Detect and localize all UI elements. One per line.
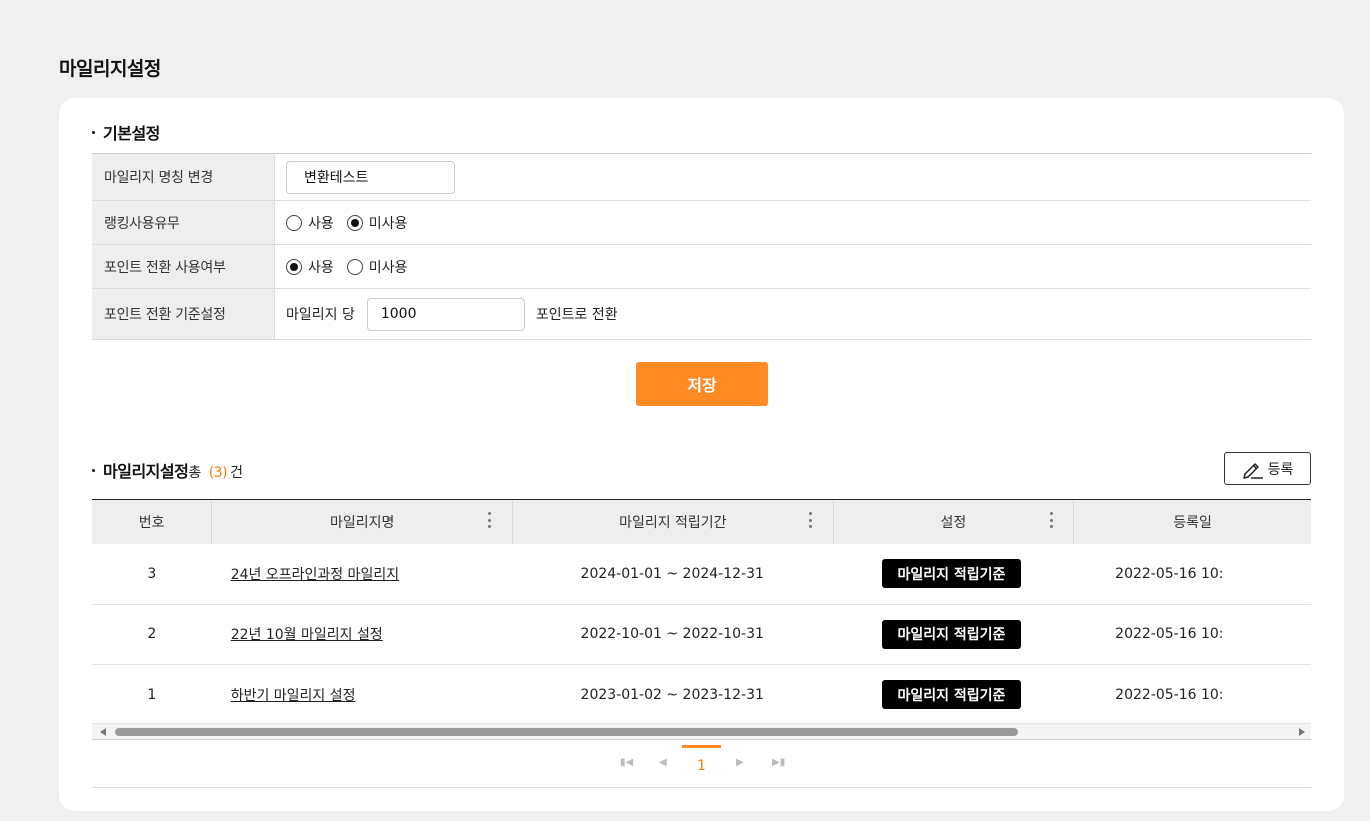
next-page-icon[interactable]: ▶ — [736, 757, 744, 768]
accrual-criteria-button[interactable]: 마일리지 적립기준 — [881, 619, 1022, 649]
point-rate-label: 포인트 전환 기준설정 — [92, 289, 275, 339]
cell-name-link[interactable]: 하반기 마일리지 설정 — [212, 665, 513, 725]
register-button[interactable]: 등록 — [1224, 452, 1311, 485]
cell-no: 3 — [147, 565, 157, 582]
accrual-criteria-button[interactable]: 마일리지 적립기준 — [881, 559, 1022, 589]
point-rate-suffix: 포인트로 전환 — [535, 307, 618, 323]
cell-period: 2024-01-01 ~ 2024-12-31 — [580, 565, 764, 582]
col-header-name-label: 마일리지명 — [329, 515, 395, 531]
mileage-list-title: 마일리지설정총 (3) 건 — [92, 458, 243, 482]
page-title: 마일리지설정 — [59, 58, 161, 80]
col-header-period[interactable]: 마일리지 적립기간 — [513, 500, 834, 544]
col-header-setting-label: 설정 — [940, 515, 967, 531]
bullet-dot — [92, 469, 95, 472]
cell-setting: 마일리지 적립기준 — [832, 665, 1071, 725]
cell-date: 2022-05-16 10: — [1115, 626, 1224, 643]
ranking-label: 랭킹사용유무 — [92, 201, 275, 244]
count-value: (3) — [208, 465, 228, 481]
list-count: 총 (3) 건 — [188, 465, 243, 481]
grid-header: 번호 마일리지명 마일리지 적립기간 설정 등록일 — [92, 500, 1311, 544]
ranking-radio-use-label: 사용 — [308, 215, 334, 232]
col-header-date[interactable]: 등록일 — [1074, 500, 1311, 544]
basic-settings-form: 마일리지 명칭 변경 변환테스트 랭킹사용유무 사용 미사용 포인트 전환 사용… — [92, 153, 1311, 340]
form-row-point-rate: 포인트 전환 기준설정 마일리지 당 1000 포인트로 전환 — [92, 289, 1311, 340]
content-card: 기본설정 마일리지 명칭 변경 변환테스트 랭킹사용유무 사용 미사용 포인트 … — [59, 98, 1344, 811]
col-header-no-label: 번호 — [138, 515, 165, 531]
cell-name-link[interactable]: 24년 오프라인과정 마일리지 — [212, 544, 513, 604]
bullet-dot — [92, 131, 95, 134]
name-cell: 변환테스트 — [275, 154, 1311, 200]
save-button[interactable]: 저장 — [636, 362, 768, 406]
first-page-icon[interactable]: ▮◀ — [620, 757, 633, 768]
cell-date: 2022-05-16 10: — [1115, 565, 1224, 582]
scroll-thumb[interactable] — [115, 728, 1018, 736]
point-rate-input[interactable]: 1000 — [366, 297, 525, 331]
count-suffix: 건 — [230, 465, 243, 481]
radio-on-icon — [346, 214, 363, 231]
point-rate-prefix: 마일리지 당 — [286, 307, 355, 323]
basic-settings-title: 기본설정 — [92, 120, 160, 144]
point-use-radio-use[interactable]: 사용 — [286, 257, 334, 277]
mileage-grid: 번호 마일리지명 마일리지 적립기간 설정 등록일 3 24년 오프라인과정 마… — [92, 499, 1311, 741]
col-header-period-label: 마일리지 적립기간 — [619, 515, 727, 531]
radio-off-icon — [346, 258, 363, 275]
point-use-label: 포인트 전환 사용여부 — [92, 245, 275, 288]
ranking-cell: 사용 미사용 — [275, 201, 1311, 244]
form-row-point-use: 포인트 전환 사용여부 사용 미사용 — [92, 245, 1311, 289]
register-button-label: 등록 — [1267, 461, 1294, 478]
column-menu-icon[interactable] — [809, 512, 813, 528]
cell-no: 2 — [147, 626, 157, 643]
scroll-right-icon[interactable] — [1299, 728, 1305, 736]
point-use-radio-unuse-label: 미사용 — [368, 259, 408, 276]
mileage-name-input[interactable]: 변환테스트 — [286, 160, 455, 194]
table-row[interactable]: 3 24년 오프라인과정 마일리지 2024-01-01 ~ 2024-12-3… — [92, 544, 1311, 605]
point-use-cell: 사용 미사용 — [275, 245, 1311, 288]
radio-off-icon — [286, 214, 302, 231]
cell-setting: 마일리지 적립기준 — [832, 544, 1071, 604]
cell-no: 1 — [147, 686, 157, 703]
form-row-name: 마일리지 명칭 변경 변환테스트 — [92, 154, 1311, 201]
mileage-list-title-text: 마일리지설정 — [103, 462, 189, 481]
col-header-setting[interactable]: 설정 — [834, 500, 1075, 544]
ranking-radio-unuse-label: 미사용 — [368, 215, 408, 232]
table-row[interactable]: 1 하반기 마일리지 설정 2023-01-02 ~ 2023-12-31 마일… — [92, 665, 1311, 726]
form-row-ranking: 랭킹사용유무 사용 미사용 — [92, 201, 1311, 245]
col-header-date-label: 등록일 — [1173, 515, 1212, 531]
point-use-radio-unuse[interactable]: 미사용 — [346, 257, 408, 277]
column-menu-icon[interactable] — [1049, 512, 1053, 528]
count-prefix: 총 — [188, 465, 201, 481]
last-page-icon[interactable]: ▶▮ — [772, 757, 785, 768]
prev-page-icon[interactable]: ◀ — [659, 757, 667, 768]
ranking-radio-unuse[interactable]: 미사용 — [346, 213, 408, 233]
page-number-current[interactable]: 1 — [682, 745, 721, 774]
pencil-icon — [1242, 462, 1263, 479]
point-use-radio-use-label: 사용 — [308, 259, 334, 276]
name-label: 마일리지 명칭 변경 — [92, 154, 275, 200]
cell-period: 2022-10-01 ~ 2022-10-31 — [580, 626, 764, 643]
column-menu-icon[interactable] — [488, 512, 492, 528]
pagination: ▮◀ ◀ 1 ▶ ▶▮ — [92, 741, 1311, 788]
point-rate-cell: 마일리지 당 1000 포인트로 전환 — [275, 289, 1311, 339]
col-header-no[interactable]: 번호 — [92, 500, 213, 544]
col-header-name[interactable]: 마일리지명 — [212, 500, 513, 544]
cell-setting: 마일리지 적립기준 — [832, 605, 1071, 665]
cell-name-link[interactable]: 22년 10월 마일리지 설정 — [212, 605, 513, 665]
accrual-criteria-button[interactable]: 마일리지 적립기준 — [881, 680, 1022, 710]
scroll-left-icon[interactable] — [100, 728, 106, 736]
radio-on-icon — [286, 258, 302, 275]
cell-date: 2022-05-16 10: — [1115, 686, 1224, 703]
table-row[interactable]: 2 22년 10월 마일리지 설정 2022-10-01 ~ 2022-10-3… — [92, 605, 1311, 665]
ranking-radio-use[interactable]: 사용 — [286, 213, 334, 233]
horizontal-scrollbar[interactable] — [92, 723, 1311, 740]
basic-settings-title-text: 기본설정 — [103, 124, 160, 143]
cell-period: 2023-01-02 ~ 2023-12-31 — [580, 686, 764, 703]
